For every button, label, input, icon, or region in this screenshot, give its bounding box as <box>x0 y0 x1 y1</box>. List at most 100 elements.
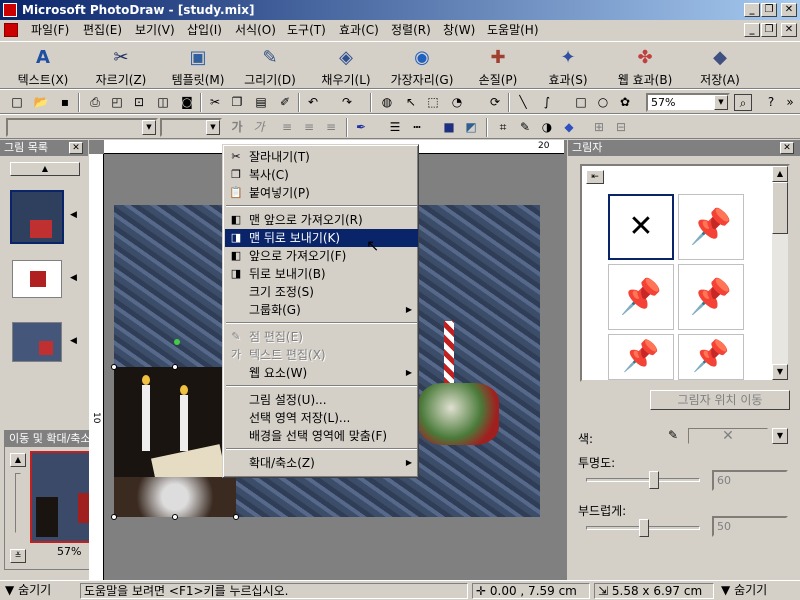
minimize-button[interactable]: _ <box>744 3 760 17</box>
group-icon[interactable]: ⊞ <box>590 119 608 136</box>
thumbnail-arrow-icon[interactable]: ◀ <box>70 273 77 283</box>
copy-icon[interactable]: ❐ <box>228 94 246 111</box>
chevron-down-icon[interactable]: ▼ <box>142 120 156 135</box>
hide-left-button[interactable]: ▼ 숨기기 <box>2 583 78 599</box>
picture-thumbnail[interactable] <box>12 322 62 362</box>
menu-send-backward[interactable]: ◨ 뒤로 보내기(B) <box>225 265 418 283</box>
pushpin-icon[interactable]: 📌 <box>608 264 674 330</box>
menu-tools[interactable]: 도구(T) <box>284 22 329 38</box>
rectangle-icon[interactable]: □ <box>572 94 590 111</box>
app-icon[interactable] <box>3 3 17 17</box>
paste-icon[interactable]: ▤ <box>252 94 270 111</box>
menu-paste[interactable]: 📋 붙여넣기(P) <box>225 184 418 202</box>
text-button[interactable]: A 텍스트(X) <box>6 44 80 88</box>
transparency-slider[interactable] <box>586 471 700 489</box>
ellipse-icon[interactable]: ○ <box>594 94 612 111</box>
pushpin-icon[interactable]: 📌 <box>608 334 674 380</box>
transparency-slider-thumb[interactable] <box>649 471 659 489</box>
select-region-icon[interactable]: ⬚ <box>424 94 442 111</box>
fill-button[interactable]: ◈ 채우기(L) <box>314 44 378 88</box>
eyedropper-icon[interactable]: ✎ <box>668 428 678 442</box>
menu-edit-points[interactable]: ✎ 점 편집(E) <box>225 328 418 346</box>
eyedropper-icon[interactable]: ✎ <box>516 119 534 136</box>
menu-format[interactable]: 서식(O) <box>232 22 279 38</box>
save-icon[interactable]: ▪ <box>56 94 74 111</box>
zoom-slider-track[interactable] <box>15 473 21 533</box>
edge-button[interactable]: ◉ 가장자리(G) <box>384 44 460 88</box>
doc-close-button[interactable]: ✕ <box>781 23 797 37</box>
template-button[interactable]: ▣ 템플릿(M) <box>160 44 236 88</box>
line-width-icon[interactable]: ☰ <box>386 119 404 136</box>
outline-color-icon[interactable]: ✒ <box>352 119 370 136</box>
line-icon[interactable]: ╲ <box>514 94 532 111</box>
menu-view[interactable]: 보기(V) <box>132 22 178 38</box>
hide-right-button[interactable]: ▼ 숨기기 <box>718 583 798 599</box>
web-icon[interactable]: ◍ <box>378 94 396 111</box>
align-left-icon[interactable]: ≡ <box>278 119 296 136</box>
picture-thumbnail[interactable] <box>10 190 64 244</box>
color-swatch[interactable]: ✕ <box>688 428 768 444</box>
menu-resize[interactable]: 크기 조정(S) <box>225 283 418 301</box>
menu-zoom[interactable]: 확대/축소(Z) ▶ <box>225 454 418 472</box>
contrast-icon[interactable]: ◑ <box>538 119 556 136</box>
menu-picture-setup[interactable]: 그림 설정(U)... <box>225 391 418 409</box>
menu-copy[interactable]: ❐ 복사(C) <box>225 166 418 184</box>
rotation-handle[interactable] <box>174 339 180 345</box>
visual-open-icon[interactable]: ◫ <box>154 94 172 111</box>
undo-icon[interactable]: ↶ <box>304 94 322 111</box>
crop-tool-icon[interactable]: ⌗ <box>494 119 512 136</box>
transparency-input[interactable]: 60 <box>712 470 788 491</box>
align-center-icon[interactable]: ≡ <box>300 119 318 136</box>
shadow-position-button[interactable]: 그림자 위치 이동 <box>650 390 790 410</box>
crop-button[interactable]: ✂ 자르기(Z) <box>84 44 158 88</box>
selection-handle[interactable] <box>111 514 117 520</box>
3d-icon[interactable]: ■ <box>440 119 458 136</box>
menu-fit-background[interactable]: 배경을 선택 영역에 맞춤(F) <box>225 427 418 445</box>
gallery-scrollbar[interactable]: ▲ ▼ <box>772 166 788 380</box>
print-preview-icon[interactable]: ◰ <box>108 94 126 111</box>
menu-web-elements[interactable]: 웹 요소(W) ▶ <box>225 364 418 382</box>
menu-arrange[interactable]: 정렬(R) <box>388 22 434 38</box>
format-painter-icon[interactable]: ✐ <box>276 94 294 111</box>
gallery-back-icon[interactable]: ⇤ <box>586 170 604 184</box>
selection-handle[interactable] <box>111 364 117 370</box>
pushpin-icon[interactable]: 📌 <box>678 264 744 330</box>
menu-window[interactable]: 창(W) <box>440 22 478 38</box>
rotate-icon[interactable]: ⟳ <box>486 94 504 111</box>
menu-save-selection[interactable]: 선택 영역 저장(L)... <box>225 409 418 427</box>
zoom-in-icon[interactable]: ▲ <box>10 453 26 467</box>
selected-candle-picture[interactable] <box>114 367 236 517</box>
open-icon[interactable]: 📂 <box>32 94 50 111</box>
toolbar-options-icon[interactable]: » <box>784 94 796 111</box>
pushpin-icon[interactable]: 📌 <box>678 334 744 380</box>
thumbnail-arrow-icon[interactable]: ◀ <box>70 336 77 346</box>
fill-bucket-icon[interactable]: ◔ <box>448 94 466 111</box>
zoom-out-icon[interactable]: ≚ <box>10 549 26 563</box>
menu-edit-text[interactable]: 가 텍스트 편집(X) <box>225 346 418 364</box>
scroll-thumb[interactable] <box>772 182 788 234</box>
pushpin-icon[interactable]: 📌 <box>678 194 744 260</box>
document-icon[interactable] <box>4 23 18 37</box>
web-effects-button[interactable]: ✤ 웹 효과(B) <box>604 44 686 88</box>
menu-cut[interactable]: ✂ 잘라내기(T) <box>225 148 418 166</box>
draw-button[interactable]: ✎ 그리기(D) <box>238 44 302 88</box>
picture-thumbnail[interactable] <box>12 260 62 298</box>
maximize-button[interactable]: ❐ <box>761 3 777 17</box>
3d-settings-icon[interactable]: ◩ <box>462 119 480 136</box>
menu-effects[interactable]: 효과(C) <box>336 22 382 38</box>
menu-help[interactable]: 도움말(H) <box>484 22 542 38</box>
thumbnail-arrow-icon[interactable]: ◀ <box>70 210 77 220</box>
align-right-icon[interactable]: ≡ <box>322 119 340 136</box>
touchup-button[interactable]: ✚ 손질(P) <box>466 44 530 88</box>
picture-list-scroll-up[interactable]: ▲ <box>10 162 80 176</box>
softness-slider-thumb[interactable] <box>639 519 649 537</box>
close-button[interactable]: ✕ <box>781 3 797 17</box>
ungroup-icon[interactable]: ⊟ <box>612 119 630 136</box>
font-size-combo[interactable]: ▼ <box>160 118 222 137</box>
doc-maximize-button[interactable]: ❐ <box>761 23 777 37</box>
selection-handle[interactable] <box>172 364 178 370</box>
menu-insert[interactable]: 삽입(I) <box>184 22 225 38</box>
selection-handle[interactable] <box>233 514 239 520</box>
redo-icon[interactable]: ↷ <box>338 94 356 111</box>
softness-input[interactable]: 50 <box>712 516 788 537</box>
